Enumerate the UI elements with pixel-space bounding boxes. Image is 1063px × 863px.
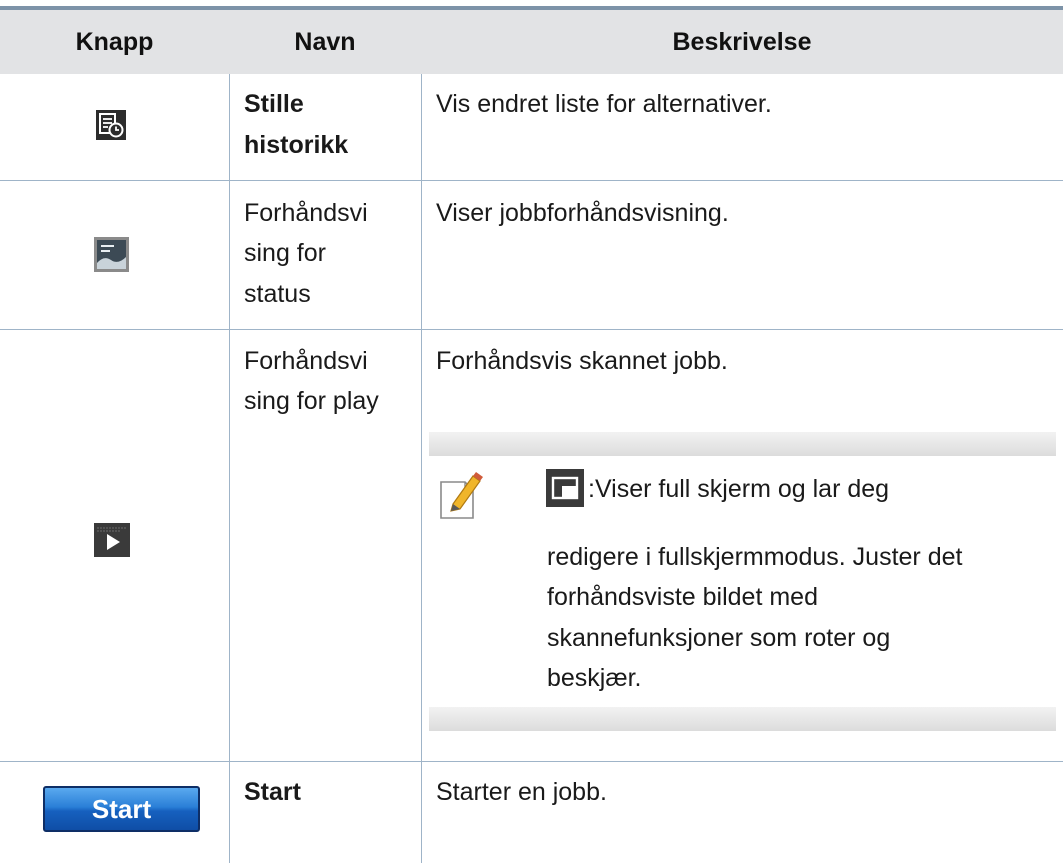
- header-description: Beskrivelse: [672, 28, 812, 56]
- note-pencil-icon: [437, 468, 485, 524]
- start-button[interactable]: Start: [43, 786, 200, 832]
- note-text: skannefunksjoner som roter og: [547, 624, 891, 652]
- row-name: Start: [244, 778, 301, 806]
- note-bottom-bar: [429, 707, 1056, 731]
- image-preview-icon[interactable]: [94, 237, 129, 272]
- row-name: sing for: [244, 239, 326, 267]
- row-name: historikk: [244, 131, 349, 159]
- note-text: beskjær.: [547, 664, 642, 692]
- row-description: Viser jobbforhåndsvisning.: [436, 199, 729, 227]
- note-top-bar: [429, 432, 1056, 456]
- play-icon[interactable]: [94, 523, 130, 557]
- row-name: Forhåndsvi: [244, 347, 368, 375]
- history-icon[interactable]: [96, 110, 126, 140]
- note-text: redigere i fullskjermmodus. Juster det: [547, 543, 963, 571]
- column-divider: [229, 74, 230, 863]
- note-text: forhåndsviste bildet med: [547, 583, 818, 611]
- row-description: Starter en jobb.: [436, 778, 607, 806]
- row-name: Stille: [244, 90, 304, 118]
- header-button: Knapp: [75, 28, 154, 56]
- fullscreen-icon[interactable]: [546, 469, 584, 507]
- row-name: Forhåndsvi: [244, 199, 368, 227]
- row-name: status: [244, 280, 311, 308]
- row-name: sing for play: [244, 387, 379, 415]
- row-divider: [0, 329, 1063, 330]
- row-description: Forhåndsvis skannet jobb.: [436, 347, 728, 375]
- row-divider: [0, 761, 1063, 762]
- row-divider: [0, 180, 1063, 181]
- note-text: :Viser full skjerm og lar deg: [588, 475, 890, 503]
- header-name: Navn: [294, 28, 356, 56]
- row-description: Vis endret liste for alternativer.: [436, 90, 772, 118]
- column-divider: [421, 74, 422, 863]
